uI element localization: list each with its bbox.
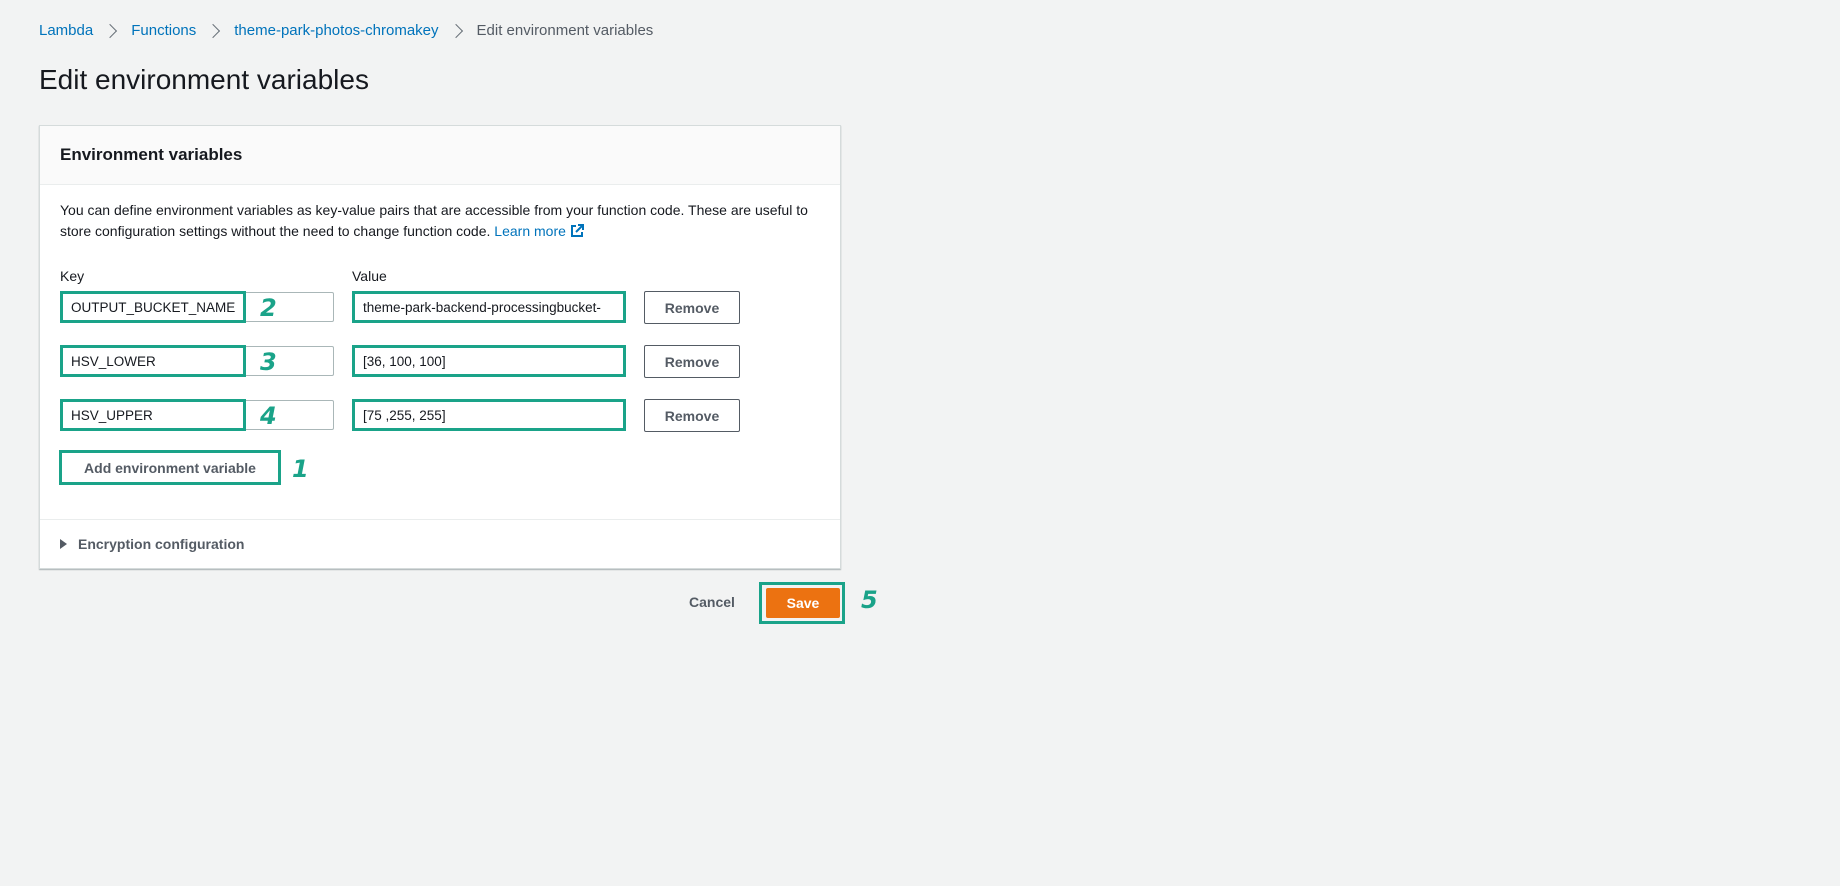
value-input-hsv-lower[interactable] bbox=[352, 346, 626, 376]
learn-more-label: Learn more bbox=[494, 223, 566, 239]
key-input-hsv-upper[interactable] bbox=[60, 400, 334, 430]
add-environment-variable-button[interactable]: Add environment variable bbox=[60, 451, 280, 484]
step-badge-5: 5 bbox=[861, 586, 878, 614]
step-badge-1: 1 bbox=[292, 455, 309, 483]
external-link-icon bbox=[570, 224, 584, 237]
step-badge-2: 2 bbox=[260, 294, 277, 322]
description-text: You can define environment variables as … bbox=[60, 202, 808, 239]
cancel-button[interactable]: Cancel bbox=[678, 586, 746, 618]
encryption-configuration-toggle[interactable]: Encryption configuration bbox=[60, 536, 244, 552]
breadcrumb-functions[interactable]: Functions bbox=[131, 22, 196, 39]
encryption-configuration-label: Encryption configuration bbox=[78, 536, 245, 552]
panel-description: You can define environment variables as … bbox=[60, 200, 830, 242]
breadcrumb-lambda[interactable]: Lambda bbox=[39, 22, 93, 39]
chevron-right-icon bbox=[206, 23, 221, 38]
page-title: Edit environment variables bbox=[39, 64, 369, 95]
panel-divider bbox=[40, 519, 840, 520]
remove-button-1[interactable]: Remove bbox=[644, 291, 740, 324]
value-input-hsv-upper[interactable] bbox=[352, 400, 626, 430]
environment-variables-panel: Environment variables You can define env… bbox=[39, 125, 841, 569]
remove-button-2[interactable]: Remove bbox=[644, 345, 740, 378]
remove-button-3[interactable]: Remove bbox=[644, 399, 740, 432]
key-input-hsv-lower[interactable] bbox=[60, 346, 334, 376]
value-input-output-bucket[interactable] bbox=[352, 292, 626, 322]
breadcrumb-function-name[interactable]: theme-park-photos-chromakey bbox=[234, 22, 438, 39]
key-label: Key bbox=[60, 268, 85, 284]
breadcrumb: Lambda Functions theme-park-photos-chrom… bbox=[39, 22, 653, 39]
panel-header: Environment variables bbox=[40, 126, 840, 185]
breadcrumb-current: Edit environment variables bbox=[476, 22, 654, 39]
value-label: Value bbox=[352, 268, 387, 284]
save-button[interactable]: Save bbox=[766, 588, 840, 618]
panel-title: Environment variables bbox=[60, 145, 243, 164]
chevron-right-icon bbox=[103, 23, 118, 38]
chevron-right-icon bbox=[448, 23, 463, 38]
key-input-output-bucket[interactable] bbox=[60, 292, 334, 322]
step-badge-4: 4 bbox=[260, 402, 277, 430]
caret-right-icon bbox=[60, 539, 67, 549]
learn-more-link[interactable]: Learn more bbox=[494, 223, 584, 239]
step-badge-3: 3 bbox=[260, 348, 277, 376]
